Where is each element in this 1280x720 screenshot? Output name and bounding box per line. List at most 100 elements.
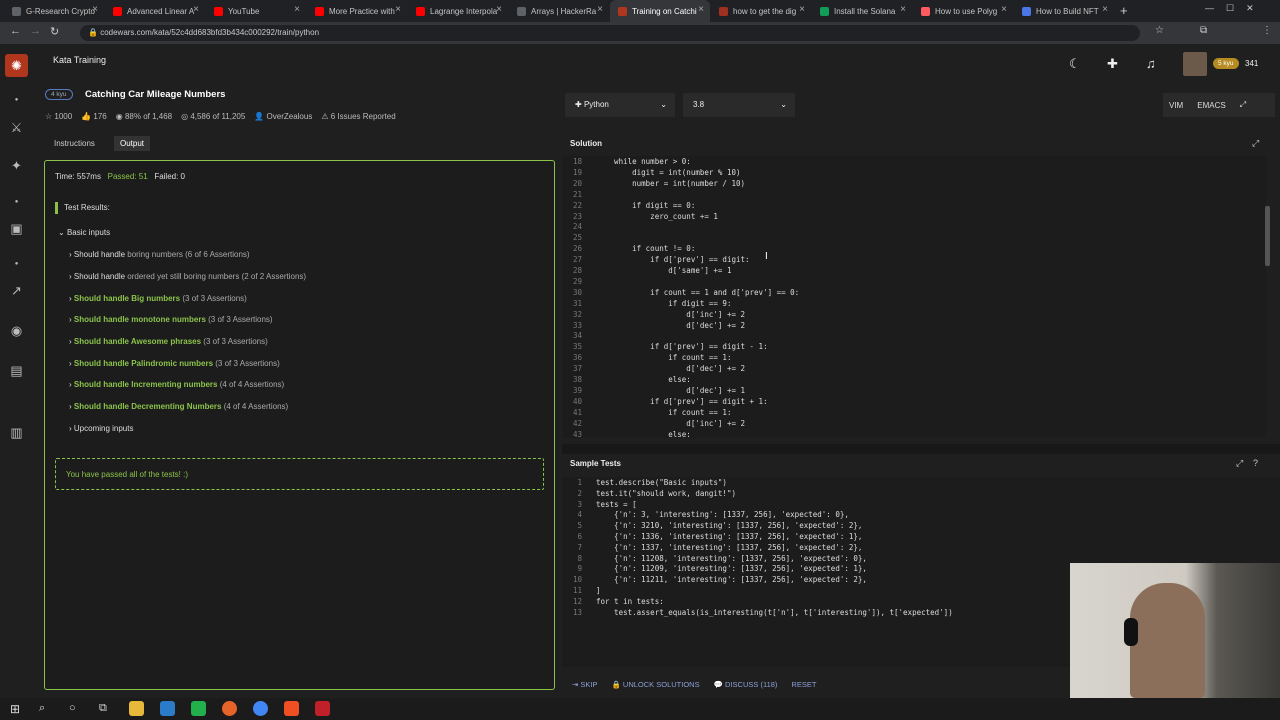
upcoming-inputs[interactable]: › Upcoming inputs bbox=[69, 424, 133, 433]
code-line[interactable]: 19 digit = int(number % 10) bbox=[562, 167, 741, 178]
menu-icon[interactable]: ⋮ bbox=[1262, 25, 1272, 36]
tab-close-icon[interactable]: × bbox=[698, 4, 704, 15]
avatar[interactable] bbox=[1183, 52, 1207, 76]
window-controls[interactable]: —☐✕ bbox=[1205, 3, 1266, 14]
code-line[interactable]: 29 bbox=[562, 276, 596, 287]
code-line[interactable]: 21 bbox=[562, 189, 596, 200]
code-line[interactable]: 26 if count != 0: bbox=[562, 243, 695, 254]
tab-close-icon[interactable]: × bbox=[1102, 4, 1108, 15]
test-item[interactable]: › Should handle ordered yet still boring… bbox=[69, 272, 306, 281]
code-line[interactable]: 24 bbox=[562, 221, 596, 232]
tab-close-icon[interactable]: × bbox=[1001, 4, 1007, 15]
code-line[interactable]: 10 {'n': 11211, 'interesting': [1337, 25… bbox=[562, 574, 867, 585]
browser-tab[interactable]: G-Research Crypto × bbox=[4, 0, 104, 22]
brave-icon[interactable] bbox=[284, 701, 299, 716]
code-line[interactable]: 4 {'n': 3, 'interesting': [1337, 256], '… bbox=[562, 509, 848, 520]
code-line[interactable]: 5 {'n': 3210, 'interesting': [1337, 256]… bbox=[562, 520, 862, 531]
browser-tab[interactable]: Advanced Linear A × bbox=[105, 0, 205, 22]
code-line[interactable]: 36 if count == 1: bbox=[562, 352, 732, 363]
firefox-icon[interactable] bbox=[222, 701, 237, 716]
app-icon[interactable] bbox=[315, 701, 330, 716]
vscode-icon[interactable] bbox=[160, 701, 175, 716]
tab-close-icon[interactable]: × bbox=[597, 4, 603, 15]
browser-tab[interactable]: YouTube × bbox=[206, 0, 306, 22]
code-line[interactable]: 18 while number > 0: bbox=[562, 156, 691, 167]
browser-tab[interactable]: How to Build NFT × bbox=[1014, 0, 1114, 22]
test-item[interactable]: › Should handle monotone numbers (3 of 3… bbox=[69, 315, 273, 324]
tab-close-icon[interactable]: × bbox=[92, 4, 98, 15]
chrome-icon[interactable] bbox=[253, 701, 268, 716]
training-icon[interactable]: ⚔ bbox=[8, 119, 25, 136]
docs-icon[interactable]: ▥ bbox=[8, 424, 25, 441]
code-line[interactable]: 41 if count == 1: bbox=[562, 407, 732, 418]
back-icon[interactable]: ← bbox=[10, 25, 21, 37]
tab-instructions[interactable]: Instructions bbox=[54, 139, 95, 148]
code-line[interactable]: 20 number = int(number / 10) bbox=[562, 178, 745, 189]
notifications-icon[interactable]: ♫ bbox=[1146, 56, 1156, 71]
bookmark-icon[interactable]: ✚ bbox=[1107, 56, 1118, 72]
briefcase-icon[interactable]: ▣ bbox=[8, 220, 25, 237]
chat-icon[interactable]: ▤ bbox=[8, 362, 25, 379]
tab-output[interactable]: Output bbox=[114, 136, 151, 151]
bookmark-star-icon[interactable]: ☆ bbox=[1155, 25, 1164, 36]
new-tab-button[interactable]: + bbox=[1120, 3, 1128, 18]
browser-tab[interactable]: Lagrange Interpola × bbox=[408, 0, 508, 22]
test-item[interactable]: › Should handle Decrementing Numbers (4 … bbox=[69, 402, 288, 411]
code-line[interactable]: 3 tests = [ bbox=[562, 499, 636, 510]
code-line[interactable]: 30 if count == 1 and d['prev'] == 0: bbox=[562, 287, 799, 298]
issues-link[interactable]: ⚠ 6 Issues Reported bbox=[321, 112, 395, 121]
code-line[interactable]: 27 if d['prev'] == digit: bbox=[562, 254, 750, 265]
test-item[interactable]: › Should handle Big numbers (3 of 3 Asse… bbox=[69, 294, 247, 303]
code-line[interactable]: 8 {'n': 11208, 'interesting': [1337, 256… bbox=[562, 553, 866, 564]
code-line[interactable]: 1 test.describe("Basic inputs") bbox=[562, 477, 726, 488]
dark-mode-icon[interactable]: ☾ bbox=[1069, 56, 1081, 72]
expand-solution-icon[interactable]: ⤢ bbox=[1252, 138, 1259, 149]
tab-close-icon[interactable]: × bbox=[395, 4, 401, 15]
fullscreen-icon[interactable]: ⤢ bbox=[1240, 100, 1246, 110]
pycharm-icon[interactable] bbox=[191, 701, 206, 716]
widgets-icon[interactable]: ⧉ bbox=[99, 702, 107, 715]
code-line[interactable]: 13 test.assert_equals(is_interesting(t['… bbox=[562, 607, 953, 618]
version-select[interactable]: 3.8 ⌄ bbox=[683, 93, 795, 117]
code-line[interactable]: 12 for t in tests: bbox=[562, 596, 664, 607]
tab-close-icon[interactable]: × bbox=[193, 4, 199, 15]
browser-tab[interactable]: How to use Polyg × bbox=[913, 0, 1013, 22]
search-icon[interactable]: ⌕ bbox=[39, 702, 45, 715]
code-line[interactable]: 11] bbox=[562, 585, 601, 596]
windows-start-icon[interactable]: ⊞ bbox=[10, 702, 20, 716]
tab-close-icon[interactable]: × bbox=[294, 4, 300, 15]
tab-close-icon[interactable]: × bbox=[900, 4, 906, 15]
code-line[interactable]: 37 d['dec'] += 2 bbox=[562, 363, 745, 374]
practice-icon[interactable]: ✦ bbox=[8, 157, 25, 174]
test-group[interactable]: ⌄ Basic inputs bbox=[58, 228, 110, 237]
code-line[interactable]: 39 d['dec'] += 1 bbox=[562, 385, 745, 396]
skip-button[interactable]: ⇥ SKIP bbox=[572, 680, 597, 689]
code-line[interactable]: 2 test.it("should work, dangit!") bbox=[562, 488, 736, 499]
emacs-mode-button[interactable]: EMACS bbox=[1197, 101, 1225, 110]
leaderboard-icon[interactable]: ↗ bbox=[8, 282, 25, 299]
code-line[interactable]: 33 d['dec'] += 2 bbox=[562, 320, 745, 331]
code-line[interactable]: 42 d['inc'] += 2 bbox=[562, 418, 745, 429]
file-explorer-icon[interactable] bbox=[129, 701, 144, 716]
code-line[interactable]: 32 d['inc'] += 2 bbox=[562, 309, 745, 320]
code-line[interactable]: 25 bbox=[562, 232, 596, 243]
test-item[interactable]: › Should handle Incrementing numbers (4 … bbox=[69, 380, 284, 389]
code-line[interactable]: 28 d['same'] += 1 bbox=[562, 265, 732, 276]
browser-tab[interactable]: how to get the dig × bbox=[711, 0, 811, 22]
panel-divider[interactable] bbox=[562, 444, 1280, 454]
code-line[interactable]: 22 if digit == 0: bbox=[562, 200, 695, 211]
discord-icon[interactable]: ◉ bbox=[8, 322, 25, 339]
solution-scrollbar[interactable] bbox=[1265, 206, 1270, 266]
reset-button[interactable]: RESET bbox=[791, 680, 816, 689]
test-item[interactable]: › Should handle Awesome phrases (3 of 3 … bbox=[69, 337, 268, 346]
code-line[interactable]: 31 if digit == 9: bbox=[562, 298, 732, 309]
browser-tab[interactable]: Training on Catchi × bbox=[610, 0, 710, 22]
forward-icon[interactable]: → bbox=[30, 25, 41, 37]
vim-mode-button[interactable]: VIM bbox=[1169, 101, 1183, 110]
code-line[interactable]: 40 if d['prev'] == digit + 1: bbox=[562, 396, 768, 407]
reload-icon[interactable]: ↻ bbox=[50, 25, 59, 38]
codewars-logo[interactable]: ✺ bbox=[5, 54, 28, 77]
tab-close-icon[interactable]: × bbox=[496, 4, 502, 15]
code-line[interactable]: 43 else: bbox=[562, 429, 691, 439]
code-line[interactable]: 38 else: bbox=[562, 374, 691, 385]
